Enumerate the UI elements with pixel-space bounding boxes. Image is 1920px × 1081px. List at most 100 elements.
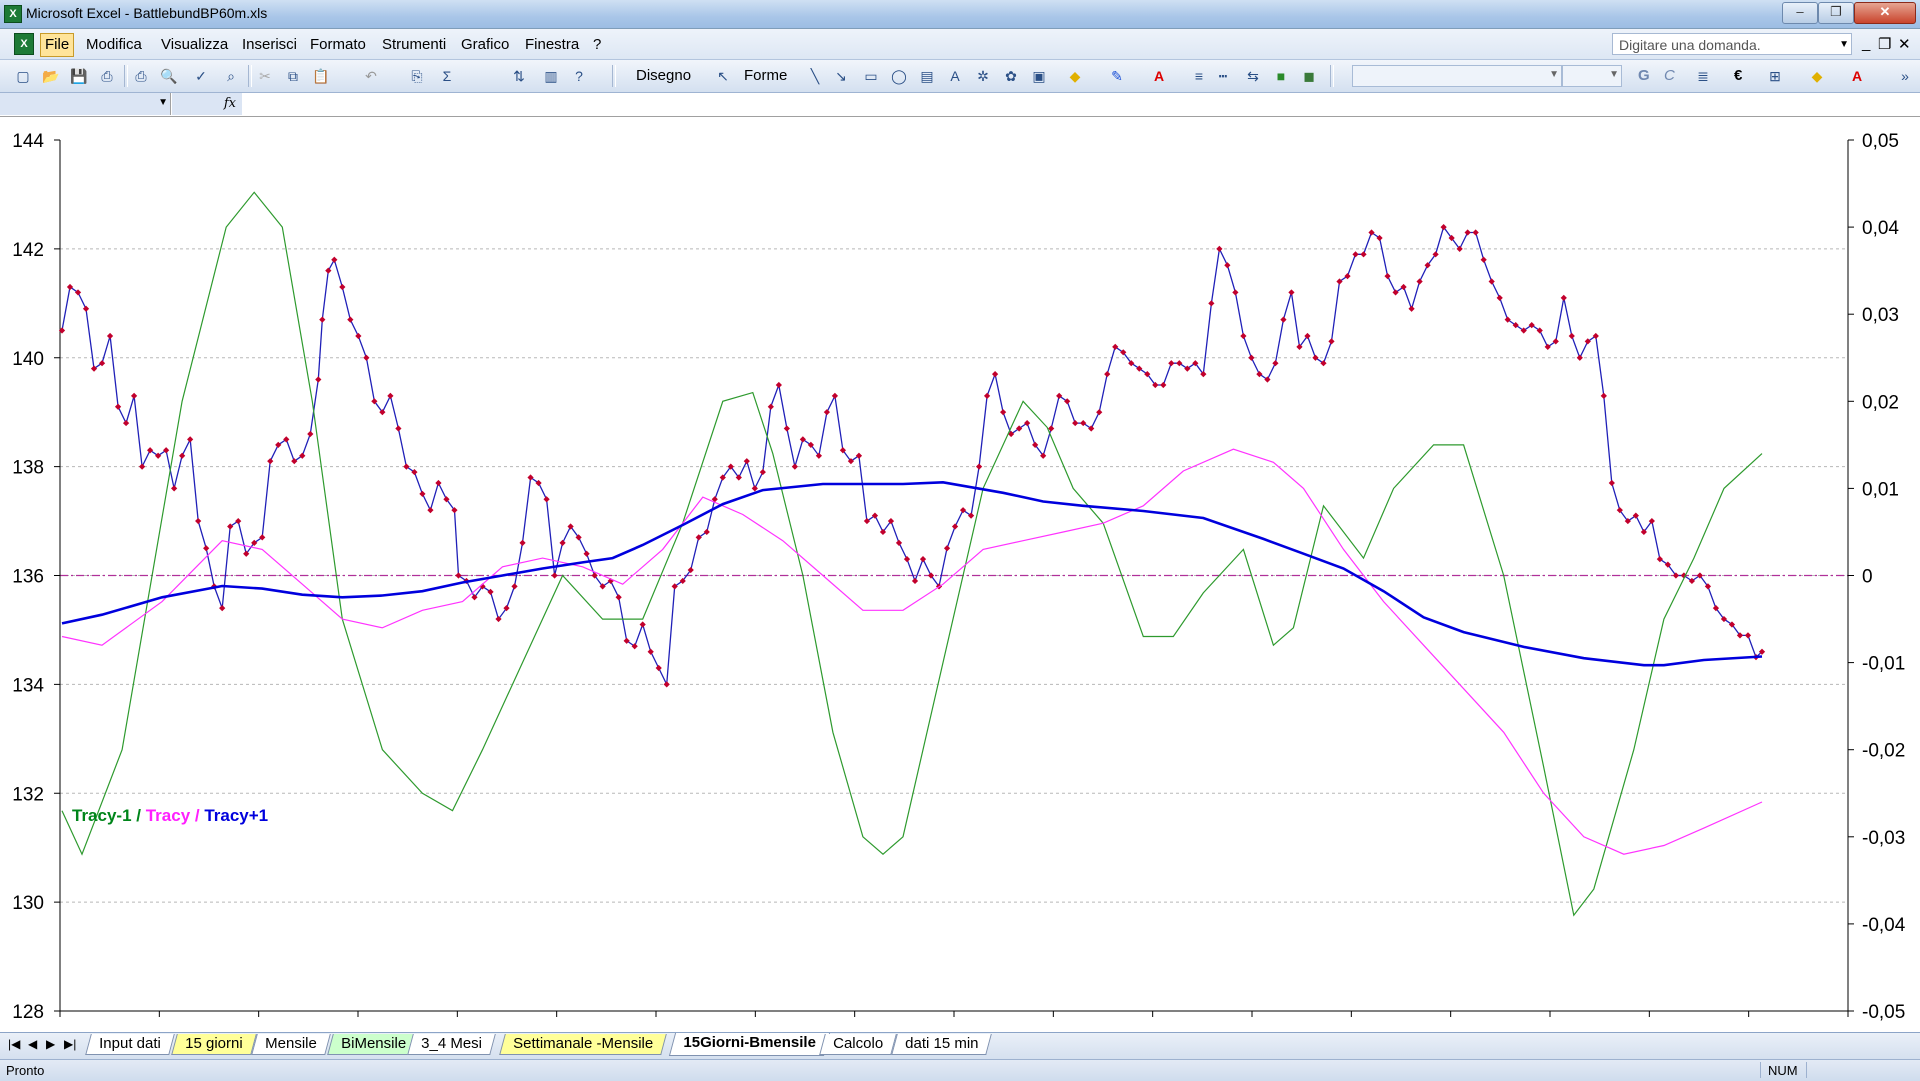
save-icon[interactable]: 💾 bbox=[70, 67, 88, 85]
bold-button[interactable]: G bbox=[1638, 67, 1650, 84]
shapes-menu-button[interactable]: Forme bbox=[744, 67, 787, 84]
doc-minimize-icon[interactable]: _ bbox=[1862, 35, 1870, 52]
data-point bbox=[615, 594, 622, 601]
last-sheet-icon[interactable]: ▶| bbox=[64, 1037, 76, 1051]
data-point bbox=[743, 458, 750, 465]
doc-restore-icon[interactable]: ❐ bbox=[1878, 35, 1891, 53]
sheet-tab[interactable]: 15Giorni-Bmensile bbox=[668, 1033, 830, 1056]
chevron-down-icon[interactable]: ▼ bbox=[158, 97, 168, 108]
shadow-icon[interactable]: ■ bbox=[1272, 67, 1290, 85]
clipart-icon[interactable]: ✿ bbox=[1002, 67, 1020, 85]
menu-file[interactable]: File bbox=[40, 33, 75, 57]
doc-close-icon[interactable]: ✕ bbox=[1898, 35, 1911, 53]
hyperlink-icon[interactable]: ⎘ bbox=[408, 67, 426, 85]
align-icon[interactable]: ≣ bbox=[1694, 67, 1712, 85]
chart-area[interactable]: 144 142 140 138 136 134 132 130 128 0,05 0,04 0,03 0… bbox=[0, 118, 1920, 1032]
textbox-icon[interactable]: ▤ bbox=[918, 67, 936, 85]
wordart-icon[interactable]: A bbox=[946, 67, 964, 85]
spelling-icon[interactable]: ✓ bbox=[192, 67, 210, 85]
menu-visualizza[interactable]: Visualizza bbox=[157, 34, 232, 56]
help-icon[interactable]: ? bbox=[570, 67, 588, 85]
data-point bbox=[82, 305, 90, 312]
sheet-tab[interactable]: dati 15 min bbox=[891, 1034, 993, 1055]
print-preview-icon[interactable]: 🔍 bbox=[160, 67, 178, 85]
menu-strumenti[interactable]: Strumenti bbox=[378, 34, 450, 56]
prev-sheet-icon[interactable]: ◀ bbox=[28, 1037, 37, 1051]
borders-icon[interactable]: ⊞ bbox=[1766, 67, 1784, 85]
sheet-tab[interactable]: 15 giorni bbox=[171, 1034, 257, 1055]
data-point bbox=[339, 283, 346, 291]
rectangle-icon[interactable]: ▭ bbox=[862, 67, 880, 85]
paste-icon[interactable]: 📋 bbox=[312, 67, 330, 85]
italic-button[interactable]: C bbox=[1664, 67, 1675, 84]
line-color-icon[interactable]: ✎ bbox=[1108, 67, 1126, 85]
close-button[interactable]: ✕ bbox=[1854, 2, 1916, 24]
dash-style-icon[interactable]: ┅ bbox=[1214, 67, 1232, 85]
ask-dropdown-icon[interactable]: ▼ bbox=[1839, 34, 1849, 56]
data-point bbox=[1248, 354, 1255, 361]
data-point bbox=[363, 354, 370, 361]
picture-icon[interactable]: ▣ bbox=[1030, 67, 1048, 85]
open-icon[interactable]: 📂 bbox=[42, 67, 60, 85]
ask-question-input[interactable]: Digitare una domanda. ▼ bbox=[1612, 33, 1852, 55]
undo-icon[interactable]: ↶ bbox=[362, 67, 380, 85]
copy-icon[interactable]: ⧉ bbox=[284, 67, 302, 85]
sheet-tab[interactable]: Settimanale -Mensile bbox=[499, 1034, 667, 1055]
fill-color-icon[interactable]: ◆ bbox=[1066, 67, 1084, 85]
data-point bbox=[1744, 632, 1752, 639]
minimize-button[interactable]: – bbox=[1782, 2, 1818, 24]
menu-inserisci[interactable]: Inserisci bbox=[238, 34, 301, 56]
diagram-icon[interactable]: ✲ bbox=[974, 67, 992, 85]
font-color-icon[interactable]: A bbox=[1150, 67, 1168, 85]
3d-icon[interactable]: ◼ bbox=[1300, 67, 1318, 85]
sheet-tab[interactable]: Input dati bbox=[85, 1034, 175, 1055]
data-point bbox=[1280, 316, 1287, 323]
menu-finestra[interactable]: Finestra bbox=[521, 34, 583, 56]
line-style-icon[interactable]: ≡ bbox=[1190, 67, 1208, 85]
research-icon[interactable]: ⌕ bbox=[222, 67, 240, 85]
window-title: Microsoft Excel - BattlebundBP60m.xls bbox=[26, 5, 268, 21]
insert-function-button[interactable]: fx bbox=[172, 93, 242, 115]
toolbar-options-icon[interactable]: » bbox=[1896, 67, 1914, 85]
sheet-tab[interactable]: Calcolo bbox=[819, 1034, 897, 1055]
arrow-icon[interactable]: ↘ bbox=[832, 67, 850, 85]
menu-grafico[interactable]: Grafico bbox=[457, 34, 513, 56]
arrow-style-icon[interactable]: ⇆ bbox=[1244, 67, 1262, 85]
sheet-tab[interactable]: 3_4 Mesi bbox=[407, 1034, 496, 1055]
fill-color-2-icon[interactable]: ◆ bbox=[1808, 67, 1826, 85]
data-point bbox=[911, 577, 919, 585]
data-point bbox=[130, 392, 138, 399]
data-point bbox=[975, 463, 983, 470]
new-icon[interactable]: ▢ bbox=[14, 67, 32, 85]
menu-formato[interactable]: Formato bbox=[306, 34, 370, 56]
menu-help[interactable]: ? bbox=[589, 34, 605, 56]
cut-icon[interactable]: ✂ bbox=[256, 67, 274, 85]
workbook-icon[interactable]: X bbox=[14, 33, 34, 55]
font-name-combo[interactable]: ▼ bbox=[1352, 65, 1562, 87]
select-objects-icon[interactable]: ↖ bbox=[714, 67, 732, 85]
data-point bbox=[179, 452, 186, 459]
excel-icon[interactable]: X bbox=[4, 5, 22, 23]
name-box[interactable]: ▼ bbox=[0, 93, 171, 115]
font-size-combo[interactable]: ▼ bbox=[1562, 65, 1622, 87]
print-icon[interactable]: ⎙ bbox=[132, 67, 150, 85]
chart-legend[interactable]: Tracy-1 / Tracy / Tracy+1 bbox=[72, 806, 268, 826]
data-point bbox=[114, 403, 122, 410]
sheet-tab[interactable]: BiMensile bbox=[327, 1034, 420, 1055]
data-point bbox=[583, 550, 590, 557]
first-sheet-icon[interactable]: |◀ bbox=[8, 1037, 20, 1051]
oval-icon[interactable]: ◯ bbox=[890, 67, 908, 85]
sort-icon[interactable]: ⇅ bbox=[510, 67, 528, 85]
sheet-tab[interactable]: Mensile bbox=[251, 1034, 331, 1055]
next-sheet-icon[interactable]: ▶ bbox=[46, 1037, 55, 1051]
menu-modifica[interactable]: Modifica bbox=[82, 34, 146, 56]
data-point bbox=[823, 409, 831, 416]
font-color-2-icon[interactable]: A bbox=[1848, 67, 1866, 85]
currency-button[interactable]: € bbox=[1734, 67, 1742, 84]
autosum-icon[interactable]: Σ bbox=[438, 67, 456, 85]
line-icon[interactable]: ╲ bbox=[806, 67, 824, 85]
permission-icon[interactable]: ⎙ bbox=[98, 67, 116, 85]
maximize-button[interactable]: ❐ bbox=[1818, 2, 1854, 24]
draw-menu-button[interactable]: Disegno bbox=[636, 67, 691, 84]
chart-wizard-icon[interactable]: ▥ bbox=[542, 67, 560, 85]
